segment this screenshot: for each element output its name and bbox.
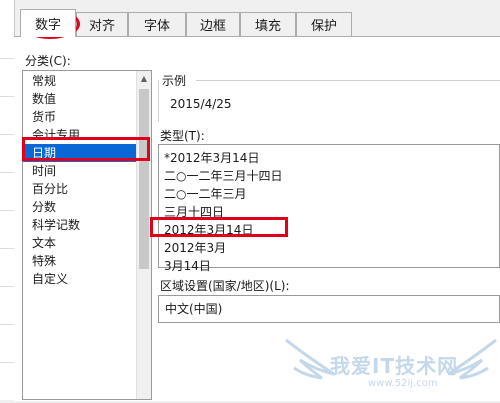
type-item[interactable]: *2012年3月14日 (159, 149, 499, 167)
type-item-highlighted[interactable]: 2012年3月14日 (159, 221, 499, 239)
scroll-thumb[interactable] (139, 89, 149, 269)
category-item-custom[interactable]: 自定义 (23, 270, 151, 288)
sample-group-border (196, 80, 500, 81)
sample-value: 2015/4/25 (170, 97, 232, 111)
type-item[interactable]: 三月十四日 (159, 203, 499, 221)
category-item-percentage[interactable]: 百分比 (23, 180, 151, 198)
category-item-date[interactable]: 日期 (23, 144, 151, 162)
category-item-fraction[interactable]: 分数 (23, 198, 151, 216)
sample-group-left-border (158, 80, 159, 122)
category-label: 分类(C): (25, 54, 71, 68)
category-item-text[interactable]: 文本 (23, 234, 151, 252)
tab-font[interactable]: 字体 (128, 12, 186, 36)
tab-fill[interactable]: 填充 (240, 12, 296, 36)
tab-protection[interactable]: 保护 (296, 12, 352, 36)
spreadsheet-background (0, 0, 15, 400)
sample-label: 示例 (162, 74, 187, 88)
type-item[interactable]: 二○一二年三月 (159, 185, 499, 203)
tab-alignment[interactable]: 对齐 (76, 12, 128, 36)
type-item[interactable]: 3月14日 (159, 257, 499, 275)
type-list[interactable]: *2012年3月14日 二○一二年三月十四日 二○一二年三月 三月十四日 201… (158, 144, 500, 273)
tab-number[interactable]: 数字 (20, 9, 76, 37)
locale-label: 区域设置(国家/地区)(L): (160, 279, 290, 293)
category-item-number[interactable]: 数值 (23, 90, 151, 108)
category-item-accounting[interactable]: 会计专用 (23, 126, 151, 144)
type-item[interactable]: 二○一二年三月十四日 (159, 167, 499, 185)
category-item-general[interactable]: 常规 (23, 72, 151, 90)
category-item-special[interactable]: 特殊 (23, 252, 151, 270)
category-item-scientific[interactable]: 科学记数 (23, 216, 151, 234)
locale-select[interactable]: 中文(中国) (158, 295, 500, 323)
category-scrollbar[interactable]: ▲ (136, 71, 151, 399)
scroll-up-icon[interactable]: ▲ (137, 71, 151, 86)
category-list[interactable]: 常规 数值 货币 会计专用 日期 时间 百分比 分数 科学记数 文本 特殊 自定… (22, 70, 152, 400)
type-item[interactable]: 2012年3月 (159, 239, 499, 257)
category-item-currency[interactable]: 货币 (23, 108, 151, 126)
type-label: 类型(T): (160, 129, 205, 143)
tab-border[interactable]: 边框 (186, 12, 240, 36)
category-item-time[interactable]: 时间 (23, 162, 151, 180)
